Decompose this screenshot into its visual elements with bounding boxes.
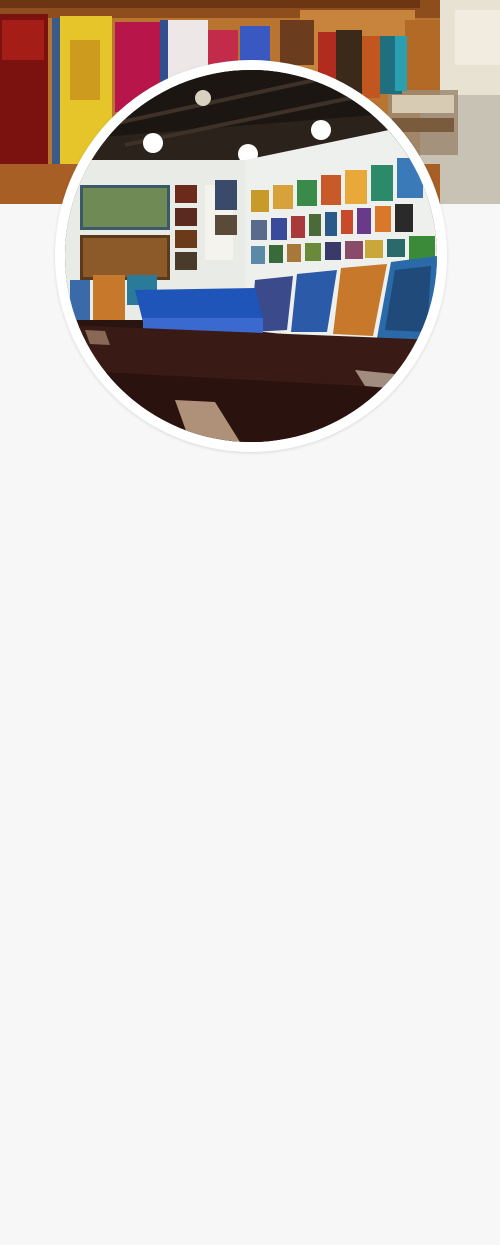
page-content-area xyxy=(0,460,500,1245)
profile-avatar-frame xyxy=(55,60,447,452)
avatar[interactable] xyxy=(65,70,437,442)
avatar-image xyxy=(65,70,437,442)
